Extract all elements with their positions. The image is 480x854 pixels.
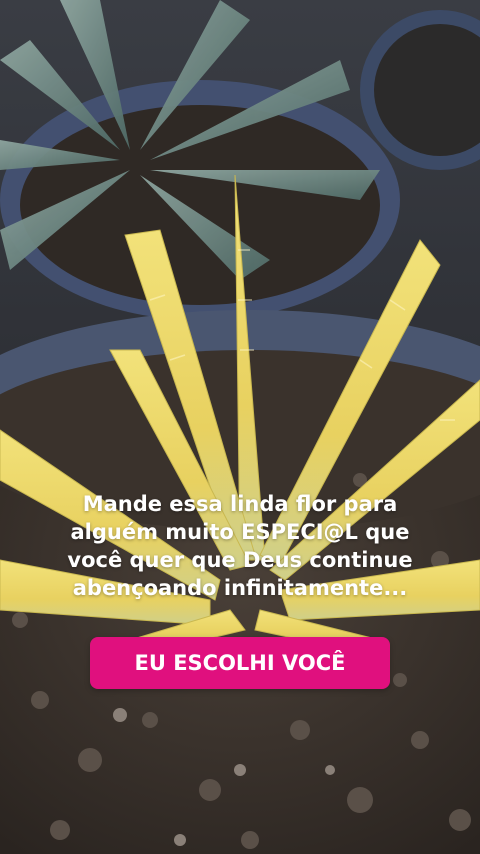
succulent-plant-photo — [0, 0, 480, 854]
caption-text: Mande essa linda flor para alguém muito … — [0, 490, 480, 602]
story-frame: Mande essa linda flor para alguém muito … — [0, 0, 480, 854]
caption-line: Mande essa linda flor para — [82, 492, 398, 516]
caption-line: abençoando infinitamente... — [72, 576, 408, 600]
caption-line: você quer que Deus continue — [67, 548, 413, 572]
caption-line: alguém muito ESPECI@L que — [70, 520, 410, 544]
eu-escolhi-voce-button[interactable]: EU ESCOLHI VOCÊ — [90, 637, 390, 689]
